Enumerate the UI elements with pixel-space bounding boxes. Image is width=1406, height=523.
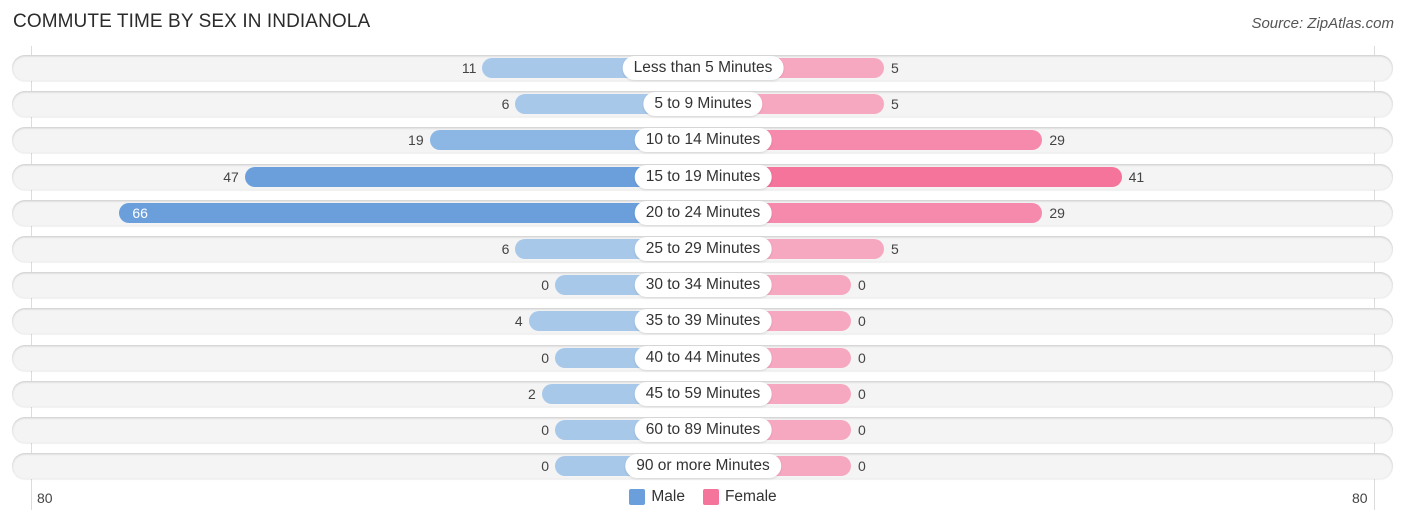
value-label-female: 29 [1049, 204, 1065, 221]
category-label: 45 to 59 Minutes [634, 381, 772, 406]
value-label-male: 0 [541, 277, 549, 294]
legend-item-female[interactable]: Female [702, 488, 777, 506]
source-credit: Source: ZipAtlas.com [1251, 15, 1394, 32]
value-label-female: 0 [858, 349, 866, 366]
value-label-male: 47 [223, 168, 239, 185]
value-label-female: 41 [1128, 168, 1145, 185]
value-label-female: 5 [891, 241, 899, 257]
legend-swatch-male [629, 489, 646, 505]
legend-swatch-female [702, 489, 719, 505]
value-label-male: 11 [461, 60, 477, 76]
value-label-female: 0 [858, 458, 866, 475]
bar-male[interactable] [119, 202, 703, 223]
value-label-female: 5 [891, 60, 899, 76]
category-label: 30 to 34 Minutes [634, 273, 772, 298]
legend: Male Female [0, 488, 1406, 506]
value-label-male: 6 [501, 241, 510, 257]
category-label: 60 to 89 Minutes [634, 418, 772, 442]
value-label-male: 19 [408, 132, 424, 149]
value-label-male: 0 [541, 349, 549, 366]
category-label: 15 to 19 Minutes [634, 164, 772, 189]
value-label-male: 2 [528, 385, 536, 402]
legend-label-male: Male [651, 488, 685, 505]
value-label-female: 29 [1049, 132, 1065, 149]
category-label: 35 to 39 Minutes [634, 309, 772, 334]
value-label-male: 0 [541, 458, 549, 475]
value-label-male: 4 [514, 313, 523, 330]
chart-title: COMMUTE TIME BY SEX IN INDIANOLA [13, 11, 371, 32]
legend-label-female: Female [724, 488, 777, 505]
category-label: 5 to 9 Minutes [643, 92, 763, 117]
category-label: 90 or more Minutes [625, 454, 781, 479]
category-label: 40 to 44 Minutes [634, 345, 772, 370]
value-label-female: 0 [858, 385, 866, 402]
value-label-female: 0 [858, 422, 866, 438]
value-label-female: 0 [858, 277, 866, 294]
value-label-male: 0 [541, 422, 549, 438]
category-label: 10 to 14 Minutes [634, 128, 772, 153]
category-label: Less than 5 Minutes [622, 56, 784, 80]
value-label-male: 66 [132, 204, 148, 221]
value-label-female: 0 [858, 313, 866, 330]
legend-item-male[interactable]: Male [629, 488, 685, 506]
category-label: 25 to 29 Minutes [634, 237, 772, 261]
category-label: 20 to 24 Minutes [634, 200, 772, 225]
value-label-female: 5 [891, 96, 899, 113]
value-label-male: 6 [501, 96, 510, 113]
